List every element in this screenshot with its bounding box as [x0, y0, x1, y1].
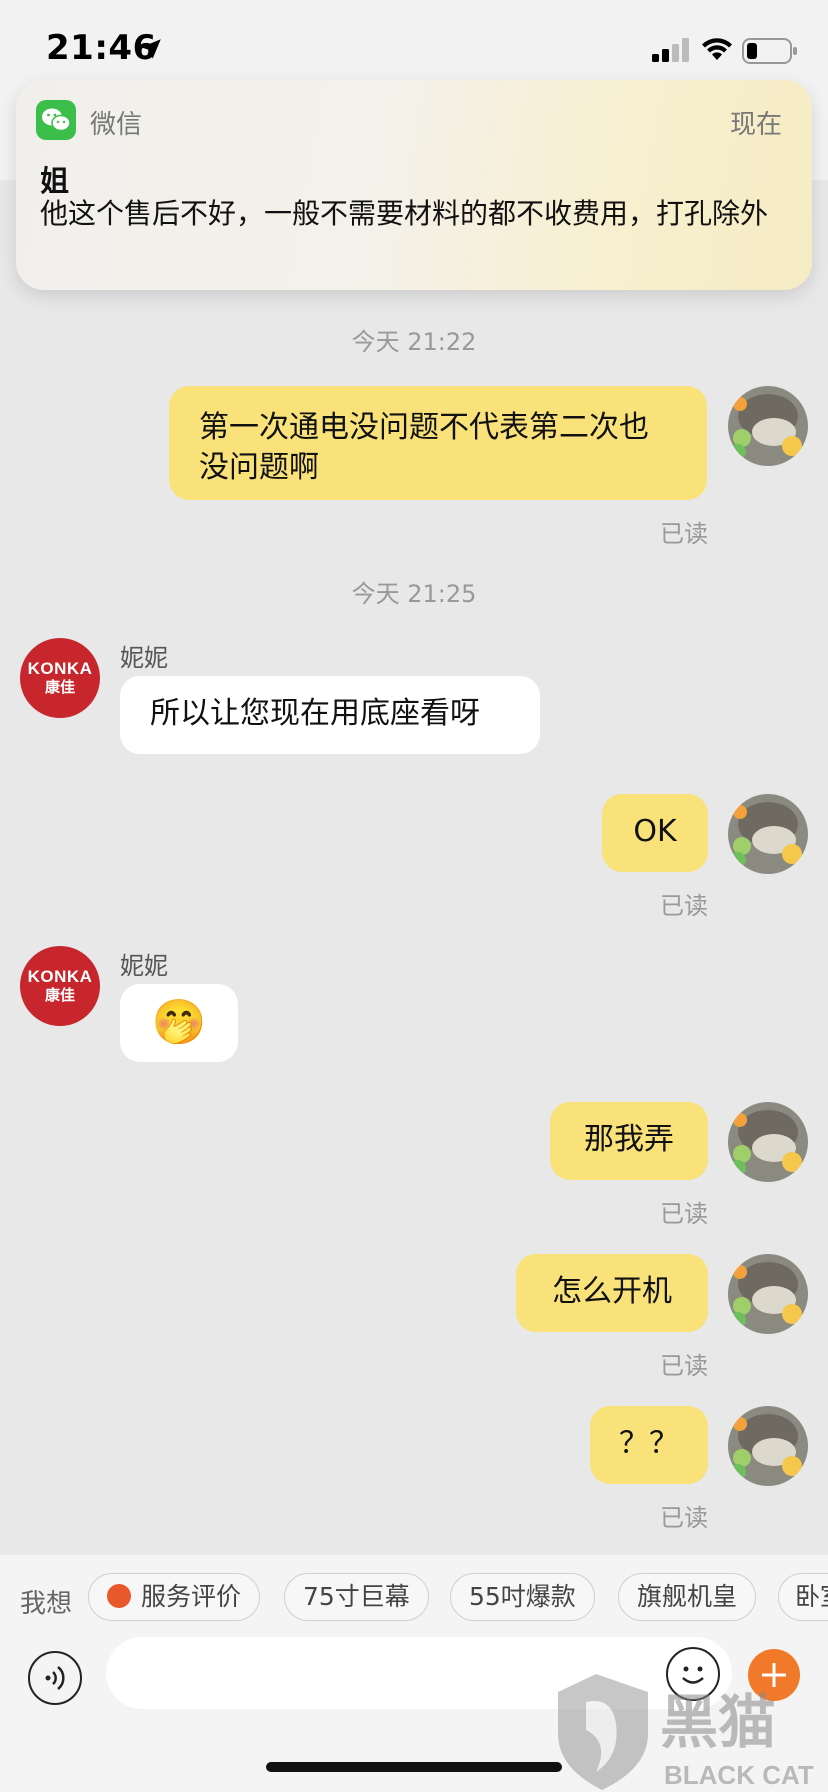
outgoing-message[interactable]: 怎么开机: [516, 1254, 708, 1332]
quick-reply-label: 我想: [20, 1589, 73, 1619]
location-arrow-icon: [141, 39, 161, 59]
quick-reply-service-rating[interactable]: 服务评价: [88, 1573, 261, 1621]
konka-avatar[interactable]: KONKA 康佳: [20, 946, 100, 1026]
chip-label: 服务评价: [141, 1582, 242, 1611]
notification-banner[interactable]: 微信 现在 姐 他这个售后不好，一般不需要材料的都不收费用，打孔除外: [16, 80, 812, 290]
read-receipt: 已读: [660, 1352, 708, 1380]
konka-logo-text: KONKA: [27, 967, 93, 986]
watermark-chinese: 黑猫: [660, 1688, 776, 1756]
user-avatar[interactable]: [728, 1406, 808, 1486]
flower-icon: [107, 1584, 131, 1608]
quick-reply-flagship[interactable]: 旗舰机皇: [618, 1573, 757, 1621]
konka-logo-chinese: 康佳: [44, 678, 75, 696]
wifi-icon: [702, 38, 732, 60]
cat-avatar-icon: [728, 1406, 808, 1486]
message-timestamp: 今天 21:22: [351, 328, 477, 356]
incoming-message[interactable]: 所以让您现在用底座看呀: [120, 676, 540, 754]
user-avatar[interactable]: [728, 1254, 808, 1334]
outgoing-message[interactable]: 那我弄: [550, 1102, 708, 1180]
konka-logo-text: KONKA: [27, 659, 93, 678]
read-receipt: 已读: [660, 1504, 708, 1532]
chip-label: 55吋爆款: [469, 1582, 576, 1611]
read-receipt: 已读: [660, 892, 708, 920]
cat-avatar-icon: [728, 794, 808, 874]
sender-name: 妮妮: [120, 952, 168, 980]
outgoing-message[interactable]: 第一次通电没问题不代表第二次也没问题啊: [169, 386, 707, 500]
notification-app-name: 微信: [90, 110, 143, 140]
read-receipt: 已读: [660, 520, 708, 548]
user-avatar[interactable]: [728, 1102, 808, 1182]
quick-reply-bar: 我想 服务评价 75寸巨幕 55吋爆款 旗舰机皇 卧室: [0, 1555, 828, 1645]
quick-reply-bedroom[interactable]: 卧室: [778, 1573, 828, 1621]
cellular-signal-icon: [652, 38, 689, 62]
voice-icon: [45, 1666, 65, 1690]
notification-title: 姐: [40, 164, 70, 198]
cat-avatar-icon: [728, 386, 808, 466]
quick-reply-75-inch[interactable]: 75寸巨幕: [284, 1573, 429, 1621]
konka-logo-chinese: 康佳: [44, 986, 75, 1004]
battery-icon: [742, 38, 797, 64]
cat-avatar-icon: [728, 1102, 808, 1182]
chip-label: 旗舰机皇: [637, 1582, 738, 1611]
watermark-latin: BLACK CAT: [664, 1760, 814, 1790]
sender-name: 妮妮: [120, 644, 168, 672]
black-cat-watermark: 黑猫 BLACK CAT: [556, 1672, 828, 1792]
user-avatar[interactable]: [728, 386, 808, 466]
cat-avatar-icon: [728, 1254, 808, 1334]
black-cat-logo-icon: 黑猫 BLACK CAT: [558, 1674, 814, 1790]
incoming-emoji-message[interactable]: 🤭: [120, 984, 238, 1062]
konka-avatar[interactable]: KONKA 康佳: [20, 638, 100, 718]
notification-time: 现在: [729, 110, 782, 140]
read-receipt: 已读: [660, 1200, 708, 1228]
notification-body: 他这个售后不好，一般不需要材料的都不收费用，打孔除外: [40, 197, 769, 230]
wechat-icon: [36, 100, 76, 140]
voice-input-button[interactable]: [28, 1651, 82, 1705]
message-timestamp: 今天 21:25: [351, 580, 477, 608]
user-avatar[interactable]: [728, 794, 808, 874]
chip-label: 卧室: [795, 1582, 828, 1611]
home-indicator[interactable]: [266, 1762, 562, 1772]
outgoing-message[interactable]: OK: [602, 794, 708, 872]
quick-reply-55-inch[interactable]: 55吋爆款: [450, 1573, 595, 1621]
outgoing-message[interactable]: ？？: [590, 1406, 708, 1484]
chip-label: 75寸巨幕: [303, 1582, 410, 1611]
